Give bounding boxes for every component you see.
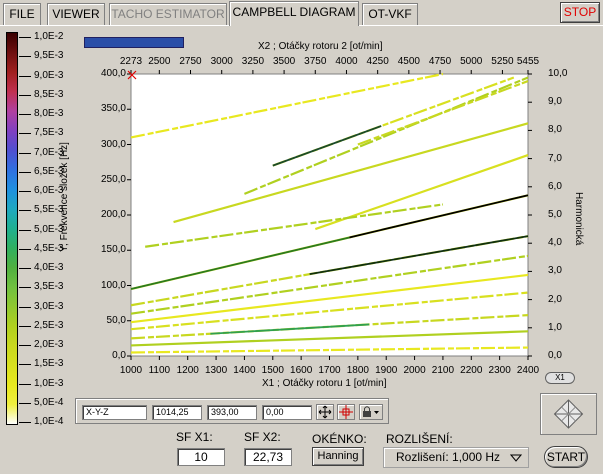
sfx2-label: SF X2:	[244, 430, 281, 444]
resolution-dropdown[interactable]: Rozlišení: 1,000 Hz	[383, 447, 529, 468]
x1-tick-label: 1400	[233, 365, 256, 376]
y-tick-label: 400,0	[100, 68, 126, 79]
resolution-value: Rozlišení: 1,000 Hz	[396, 450, 501, 464]
x1-tick-label: 1700	[318, 365, 341, 376]
x1-tick-label: 2300	[488, 365, 511, 376]
x1-axis-button[interactable]: X1	[545, 372, 575, 384]
y-tick-label: 300,0	[100, 138, 126, 150]
window-label: OKÉNKO:	[312, 432, 367, 446]
y-tick-label: 100,0	[100, 279, 126, 291]
y2-tick-label: 3,0	[548, 265, 562, 277]
x2-tick-label: 4250	[366, 56, 389, 67]
x2-axis-title: X2 ; Otáčky rotoru 2 [ot/min]	[258, 41, 383, 52]
sfx2-input[interactable]: 22,73	[244, 448, 292, 466]
y-tick-label: 250,0	[100, 173, 126, 185]
x1-axis-title: X1 ; Otáčky rotoru 1 [ot/min]	[262, 378, 387, 389]
y2-tick-label: 8,0	[548, 124, 562, 136]
sfx1-label: SF X1:	[176, 430, 213, 444]
x1-tick-label: 1100	[148, 365, 171, 376]
y-tick-label: 0,0	[112, 350, 126, 361]
y2-tick-label: 5,0	[548, 209, 562, 220]
y2-tick-label: 7,0	[548, 152, 562, 164]
sfx1-input[interactable]: 10	[177, 448, 225, 466]
x2-tick-label: 5250	[491, 56, 514, 67]
x2-tick-label: 3250	[241, 56, 265, 67]
x2-tick-label: 3000	[210, 56, 233, 67]
y2-tick-label: 10,0	[548, 68, 568, 79]
x2-tick-label: 3500	[272, 56, 296, 67]
cursor-z-field[interactable]: 0,00	[262, 405, 312, 420]
x2-tick-label: 4000	[335, 56, 358, 67]
x1-tick-label: 2200	[460, 365, 483, 376]
x1-tick-label: 1800	[346, 365, 369, 376]
x1-tick-label: 1300	[204, 365, 228, 376]
resolution-label: ROZLIŠENÍ:	[386, 432, 453, 446]
x2-tick-label: 2750	[179, 56, 202, 67]
y-tick-label: 200,0	[100, 209, 126, 220]
x2-tick-label: 2273	[119, 56, 143, 67]
y2-tick-label: 1,0	[548, 321, 562, 333]
cursor-name-field[interactable]: X-Y-Z	[82, 405, 147, 420]
cursor-y-field[interactable]: 393,00	[207, 405, 257, 420]
y-tick-label: 50,0	[106, 314, 126, 326]
x1-tick-label: 1200	[176, 365, 199, 376]
x1-tick-label: 2400	[516, 365, 540, 376]
start-button[interactable]: START	[544, 446, 588, 468]
cursor-panel: X-Y-Z 1014,25 393,00 0,00	[75, 398, 389, 424]
x1-tick-label: 2000	[403, 365, 426, 376]
lock-dropdown-icon[interactable]	[359, 404, 383, 420]
y2-tick-label: 6,0	[548, 180, 562, 192]
x1-tick-label: 1900	[375, 365, 398, 376]
x2-tick-label: 5000	[460, 56, 483, 67]
x1-tick-label: 1600	[290, 365, 313, 376]
plot-area	[130, 73, 529, 357]
x2-tick-label: 3750	[304, 56, 327, 67]
y2-tick-label: 2,0	[548, 293, 562, 305]
y2-tick-label: 9,0	[548, 96, 562, 108]
x2-tick-label: 4750	[428, 56, 452, 67]
y2-tick-label: 4,0	[548, 237, 562, 249]
tab-campbell-diagram[interactable]: CAMPBELL DIAGRAM	[229, 1, 359, 26]
x1-tick-label: 1500	[261, 365, 284, 376]
y-tick-label: 350,0	[100, 103, 126, 115]
x1-tick-label: 1000	[119, 365, 143, 376]
y2-tick-label: 0,0	[548, 350, 562, 361]
x2-tick-label: 4500	[397, 56, 420, 67]
y2-axis-title: Harmonická	[573, 192, 584, 246]
navigation-pad[interactable]	[540, 393, 597, 435]
move-cursor-icon[interactable]	[316, 404, 334, 420]
x2-tick-label: 5455	[516, 56, 540, 67]
y-tick-label: 150,0	[100, 244, 126, 256]
crosshair-icon[interactable]	[337, 404, 355, 420]
window-selector[interactable]: Hanning	[312, 447, 364, 466]
cursor-x-field[interactable]: 1014,25	[152, 405, 202, 420]
x2-tick-label: 2500	[148, 56, 171, 67]
chevron-down-icon	[510, 454, 522, 462]
x1-tick-label: 2100	[431, 365, 455, 376]
